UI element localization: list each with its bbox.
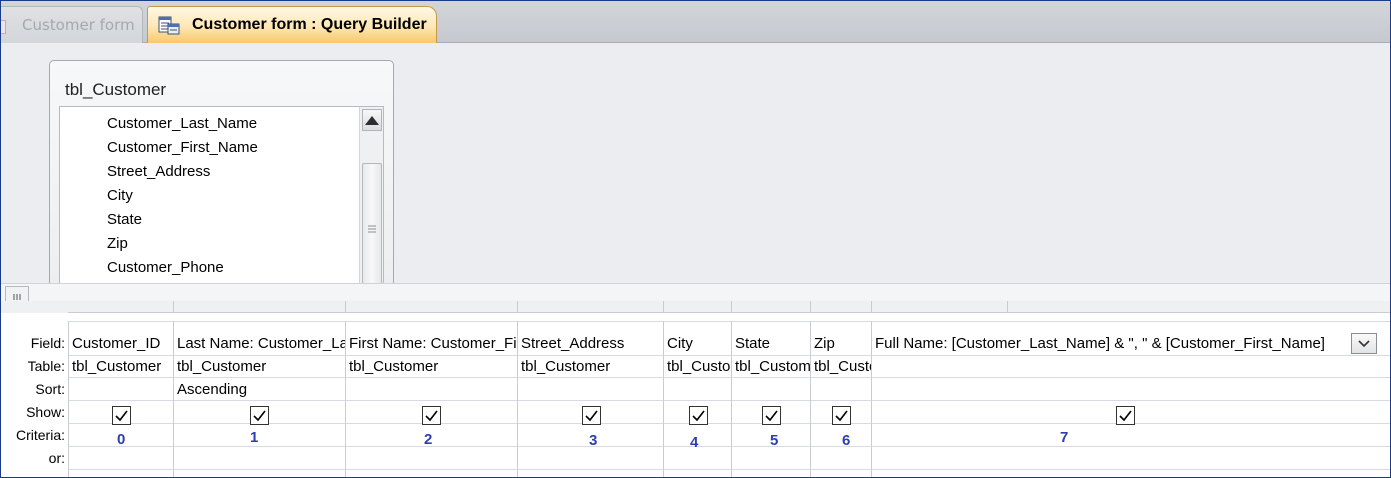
field-cell[interactable]: Last Name: Customer_Last_Name xyxy=(177,335,345,352)
field-item-customer-last-name[interactable]: Customer_Last_Name xyxy=(107,115,257,132)
checkmark-icon xyxy=(425,410,438,422)
show-checkbox[interactable] xyxy=(832,406,851,425)
show-checkbox[interactable] xyxy=(762,406,781,425)
scroll-up-button[interactable] xyxy=(362,109,382,131)
chevron-down-icon xyxy=(1358,339,1370,347)
tab-label: Customer form xyxy=(22,16,135,34)
row-label-show: Show: xyxy=(26,404,65,420)
field-cell[interactable]: Street_Address xyxy=(521,335,664,352)
column-index-label: 4 xyxy=(690,434,699,451)
checkmark-icon xyxy=(692,410,705,422)
field-cell[interactable]: Customer_ID xyxy=(72,335,174,352)
field-item-customer-phone[interactable]: Customer_Phone xyxy=(107,259,224,276)
row-label-table: Table: xyxy=(27,358,65,374)
column-index-label: 6 xyxy=(842,432,851,449)
grid-column-5[interactable]: State tbl_Customer 5 xyxy=(731,321,811,477)
triangle-up-icon xyxy=(365,115,379,125)
column-index-label: 5 xyxy=(770,432,779,449)
grid-column-0[interactable]: Customer_ID tbl_Customer 0 xyxy=(68,321,174,477)
checkmark-icon xyxy=(765,410,778,422)
tab-customer-form[interactable]: Customer form xyxy=(1,6,143,43)
field-cell[interactable]: First Name: Customer_First_Name xyxy=(349,335,517,352)
show-checkbox[interactable] xyxy=(250,406,269,425)
field-cell[interactable]: Full Name: [Customer_Last_Name] & ", " &… xyxy=(875,335,1351,352)
grip-icon xyxy=(368,225,376,233)
field-list[interactable]: Customer_Last_Name Customer_First_Name S… xyxy=(59,106,384,297)
grid-column-1[interactable]: Last Name: Customer_Last_Name tbl_Custom… xyxy=(173,321,346,477)
field-item-state[interactable]: State xyxy=(107,211,142,228)
table-cell[interactable]: tbl_Customer xyxy=(72,358,174,375)
field-item-city[interactable]: City xyxy=(107,187,133,204)
table-cell[interactable]: tbl_Customer xyxy=(814,358,872,375)
checkmark-icon xyxy=(115,410,128,422)
column-selectors[interactable] xyxy=(68,301,1390,313)
table-cell[interactable]: tbl_Customer xyxy=(177,358,345,375)
grid-column-4[interactable]: City tbl_Customer 4 xyxy=(663,321,732,477)
grid-column-3[interactable]: Street_Address tbl_Customer 3 xyxy=(517,321,664,477)
checkmark-icon xyxy=(585,410,598,422)
query-builder-icon xyxy=(158,16,180,35)
column-index-label: 3 xyxy=(589,432,598,449)
scroll-thumb[interactable] xyxy=(362,163,382,295)
show-checkbox[interactable] xyxy=(422,406,441,425)
column-index-label: 2 xyxy=(424,431,433,448)
row-label-field: Field: xyxy=(30,335,65,351)
query-design-grid: Field: Table: Sort: Show: Criteria: or: … xyxy=(1,301,1390,477)
table-cell[interactable]: tbl_Customer xyxy=(667,358,732,375)
field-dropdown-button[interactable] xyxy=(1351,333,1377,354)
checkmark-icon xyxy=(253,410,266,422)
field-item-street-address[interactable]: Street_Address xyxy=(107,163,210,180)
row-label-sort: Sort: xyxy=(35,381,65,397)
checkmark-icon xyxy=(1119,410,1132,422)
show-checkbox[interactable] xyxy=(112,406,131,425)
field-item-zip[interactable]: Zip xyxy=(107,235,128,252)
tab-label: Customer form : Query Builder xyxy=(192,16,427,33)
row-label-or: or: xyxy=(48,450,65,466)
field-cell[interactable]: City xyxy=(667,335,732,352)
row-label-criteria: Criteria: xyxy=(15,427,65,443)
grid-column-7[interactable]: Full Name: [Customer_Last_Name] & ", " &… xyxy=(871,321,1390,477)
table-cell[interactable]: tbl_Customer xyxy=(735,358,811,375)
field-list-scrollbar[interactable] xyxy=(359,107,383,297)
column-index-label: 7 xyxy=(1060,429,1069,446)
field-cell[interactable]: Zip xyxy=(814,335,872,352)
checkmark-icon xyxy=(835,410,848,422)
column-index-label: 0 xyxy=(117,431,126,448)
show-checkbox[interactable] xyxy=(1116,406,1135,425)
grip-icon xyxy=(13,293,21,300)
table-cell[interactable]: tbl_Customer xyxy=(349,358,517,375)
tab-query-builder[interactable]: Customer form : Query Builder xyxy=(147,6,437,43)
table-name: tbl_Customer xyxy=(65,80,167,99)
form-icon xyxy=(1,20,6,34)
field-item-customer-first-name[interactable]: Customer_First_Name xyxy=(107,139,258,156)
table-design-pane: tbl_Customer Customer_Last_Name Customer… xyxy=(1,43,1390,297)
show-checkbox[interactable] xyxy=(689,406,708,425)
table-field-list-box[interactable]: tbl_Customer Customer_Last_Name Customer… xyxy=(49,60,394,297)
grid-column-2[interactable]: First Name: Customer_First_Name tbl_Cust… xyxy=(345,321,518,477)
document-tab-strip: Customer form Customer form : Query Buil… xyxy=(1,1,1390,43)
sort-cell[interactable]: Ascending xyxy=(177,381,345,398)
show-checkbox[interactable] xyxy=(582,406,601,425)
field-cell[interactable]: State xyxy=(735,335,811,352)
grid-column-6[interactable]: Zip tbl_Customer 6 xyxy=(810,321,872,477)
table-cell[interactable]: tbl_Customer xyxy=(521,358,664,375)
column-index-label: 1 xyxy=(250,429,259,446)
query-builder-window: Customer form Customer form : Query Buil… xyxy=(0,0,1391,478)
